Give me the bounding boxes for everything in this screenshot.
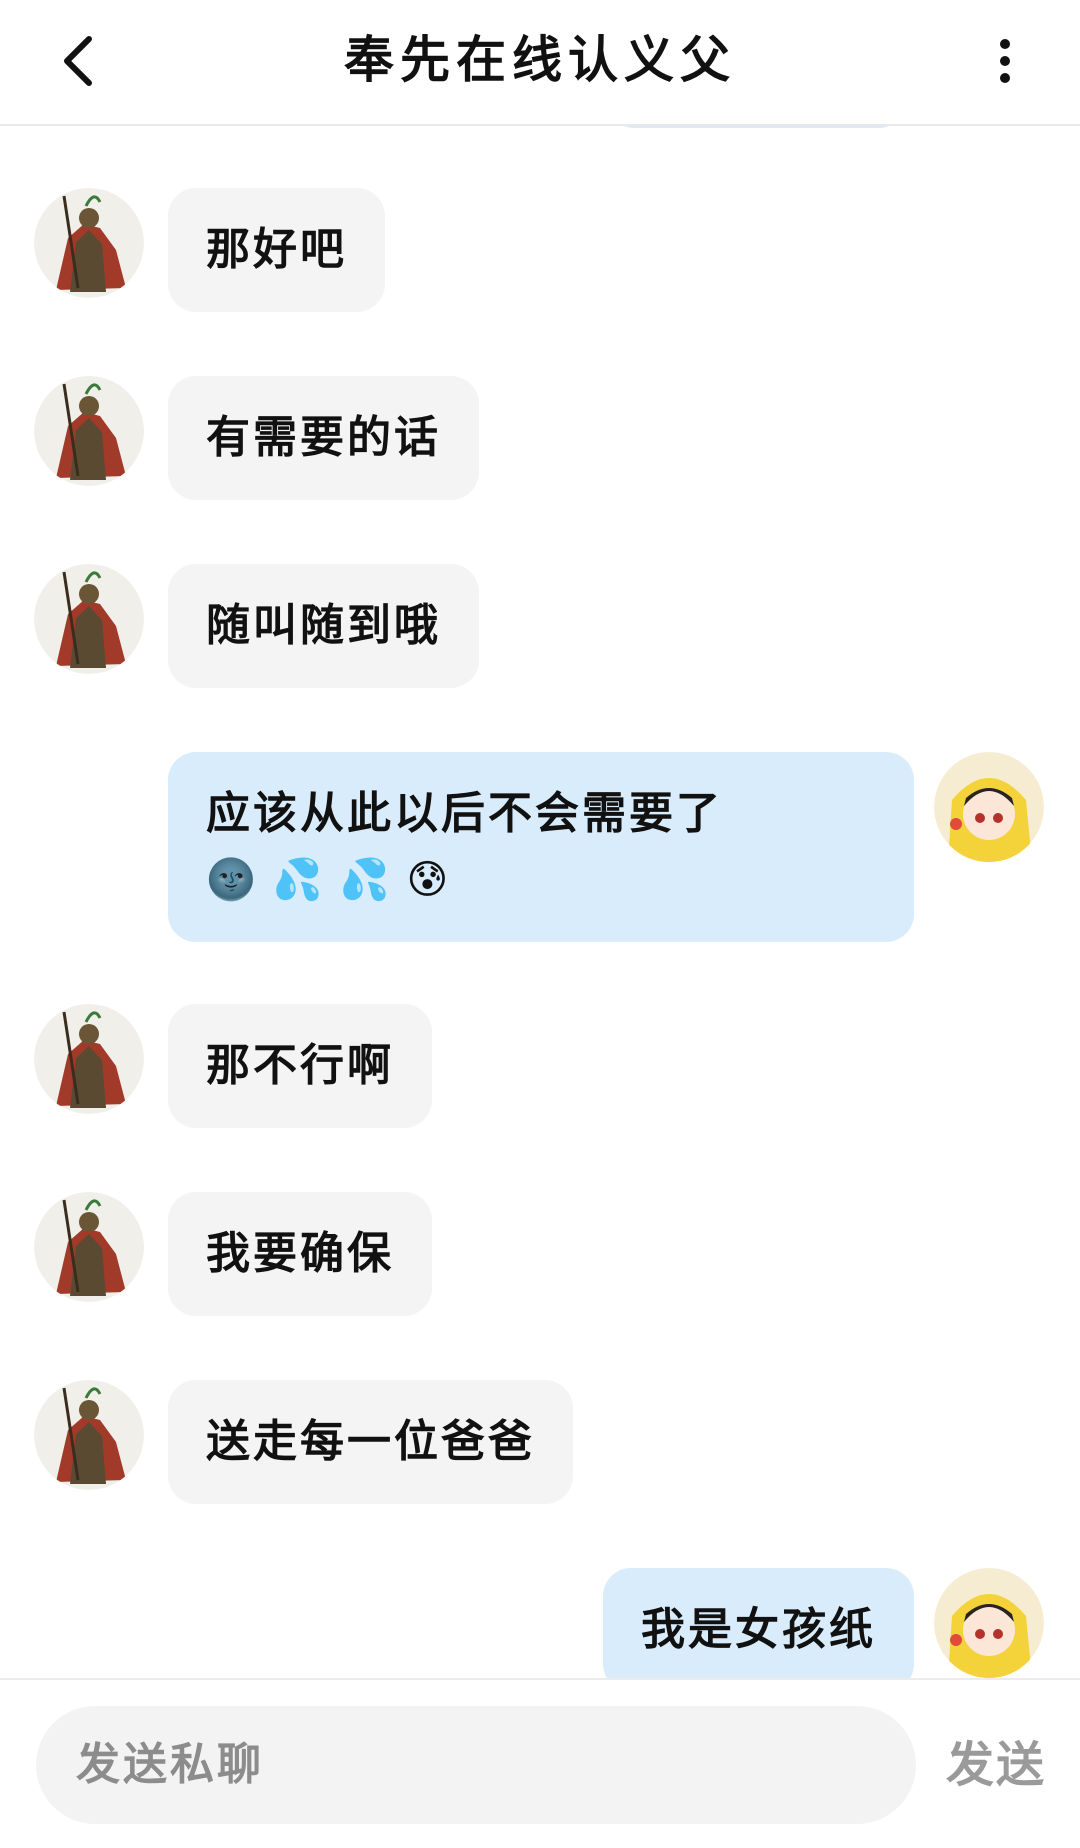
- warrior-avatar-icon: [34, 1380, 144, 1490]
- incoming-message-bubble[interactable]: 送走每一位爸爸: [168, 1380, 573, 1504]
- avatar[interactable]: [934, 752, 1044, 862]
- avatar[interactable]: [34, 1004, 144, 1114]
- incoming-message-bubble[interactable]: 那好吧: [168, 188, 385, 312]
- anime-girl-avatar-icon: [934, 1568, 1044, 1678]
- message-text: 那好吧: [206, 224, 347, 275]
- more-vertical-icon: [1000, 39, 1010, 83]
- incoming-message-bubble[interactable]: 我要确保: [168, 1192, 432, 1316]
- send-button[interactable]: 发送: [946, 1706, 1046, 1824]
- emoji-row: 🌚 💦 💦 😰: [206, 852, 876, 908]
- avatar[interactable]: [34, 188, 144, 298]
- avatar[interactable]: [934, 1568, 1044, 1678]
- avatar[interactable]: [34, 564, 144, 674]
- incoming-message-bubble[interactable]: 那不行啊: [168, 1004, 432, 1128]
- avatar[interactable]: [34, 376, 144, 486]
- message-text: 那不行啊: [206, 1040, 394, 1091]
- incoming-message-bubble[interactable]: 随叫随到哦: [168, 564, 479, 688]
- warrior-avatar-icon: [34, 564, 144, 674]
- page-title: 奉先在线认义父: [344, 31, 736, 89]
- message-composer: 发送私聊 发送: [0, 1678, 1080, 1848]
- anxious-face-emoji-icon: 😰: [406, 857, 452, 903]
- warrior-avatar-icon: [34, 376, 144, 486]
- outgoing-message-bubble[interactable]: 应该从此以后不会需要了 🌚 💦 💦 😰: [168, 752, 914, 942]
- avatar[interactable]: [34, 1380, 144, 1490]
- chat-header: 奉先在线认义父: [0, 0, 1080, 126]
- message-text: 我要确保: [206, 1228, 394, 1279]
- message-text: 我是女孩纸: [641, 1604, 876, 1655]
- more-button[interactable]: [970, 24, 1040, 98]
- message-list[interactable]: 那好吧 有需要的话 随叫随到哦 应该从此以后不会需要了 🌚 💦 💦 😰 那不行啊…: [0, 128, 1080, 1678]
- anime-girl-avatar-icon: [934, 752, 1044, 862]
- message-text: 应该从此以后不会需要了: [206, 788, 723, 839]
- warrior-avatar-icon: [34, 1192, 144, 1302]
- message-text: 送走每一位爸爸: [206, 1416, 535, 1467]
- incoming-message-bubble[interactable]: 有需要的话: [168, 376, 479, 500]
- message-text: 有需要的话: [206, 412, 441, 463]
- private-message-input[interactable]: 发送私聊: [36, 1706, 916, 1824]
- warrior-avatar-icon: [34, 1004, 144, 1114]
- message-text: 随叫随到哦: [206, 600, 441, 651]
- new-moon-face-emoji-icon: 🌚: [206, 857, 259, 903]
- warrior-avatar-icon: [34, 188, 144, 298]
- sweat-droplets-emoji-icon: 💦: [272, 857, 326, 903]
- avatar[interactable]: [34, 1192, 144, 1302]
- outgoing-message-bubble[interactable]: 我是女孩纸: [603, 1568, 914, 1678]
- sweat-droplets-emoji-icon: 💦: [339, 857, 393, 903]
